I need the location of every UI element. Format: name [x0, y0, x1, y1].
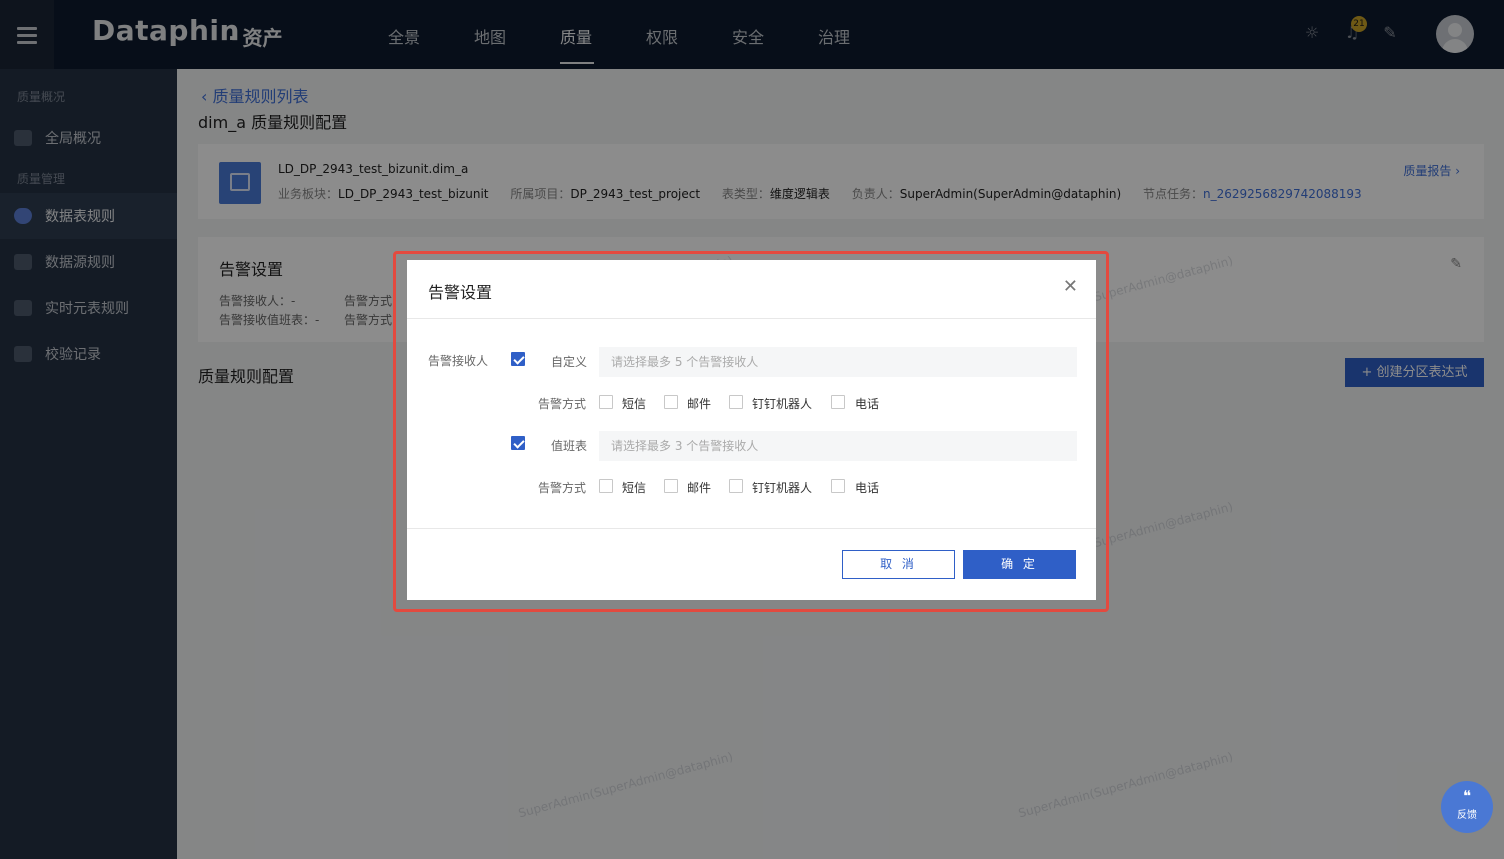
- duty-label: 值班表: [551, 439, 588, 453]
- custom-sms-checkbox[interactable]: [599, 395, 613, 409]
- duty-dingtalk-label: 钉钉机器人: [752, 481, 813, 495]
- custom-dingtalk-checkbox[interactable]: [729, 395, 743, 409]
- divider: [407, 318, 1096, 319]
- close-icon[interactable]: ✕: [1063, 276, 1078, 297]
- custom-phone-label: 电话: [855, 397, 880, 411]
- custom-phone-checkbox[interactable]: [831, 395, 845, 409]
- chat-icon: ❝: [1462, 787, 1472, 805]
- custom-email-label: 邮件: [687, 397, 712, 411]
- divider: [407, 528, 1096, 529]
- duty-sms-checkbox[interactable]: [599, 479, 613, 493]
- duty-receiver-input[interactable]: [599, 431, 1077, 461]
- duty-sms-label: 短信: [622, 481, 647, 495]
- custom-dingtalk-label: 钉钉机器人: [752, 397, 813, 411]
- duty-phone-label: 电话: [855, 481, 880, 495]
- alert-settings-dialog: 告警设置 ✕ 告警接收人 自定义 告警方式 短信 邮件 钉钉机器人 电话 值班表…: [407, 260, 1096, 600]
- confirm-button[interactable]: 确 定: [963, 550, 1076, 579]
- cancel-button[interactable]: 取 消: [842, 550, 955, 579]
- duty-email-checkbox[interactable]: [664, 479, 678, 493]
- feedback-button[interactable]: ❝ 反馈: [1441, 781, 1493, 833]
- duty-checkbox[interactable]: [511, 436, 525, 450]
- custom-checkbox[interactable]: [511, 352, 525, 366]
- duty-email-label: 邮件: [687, 481, 712, 495]
- dialog-title: 告警设置: [428, 283, 493, 302]
- custom-receiver-input[interactable]: [599, 347, 1077, 377]
- custom-method-label: 告警方式: [538, 397, 587, 411]
- duty-dingtalk-checkbox[interactable]: [729, 479, 743, 493]
- custom-email-checkbox[interactable]: [664, 395, 678, 409]
- duty-phone-checkbox[interactable]: [831, 479, 845, 493]
- duty-method-label: 告警方式: [538, 481, 587, 495]
- receiver-label: 告警接收人: [428, 354, 489, 368]
- custom-label: 自定义: [551, 355, 588, 369]
- custom-sms-label: 短信: [622, 397, 647, 411]
